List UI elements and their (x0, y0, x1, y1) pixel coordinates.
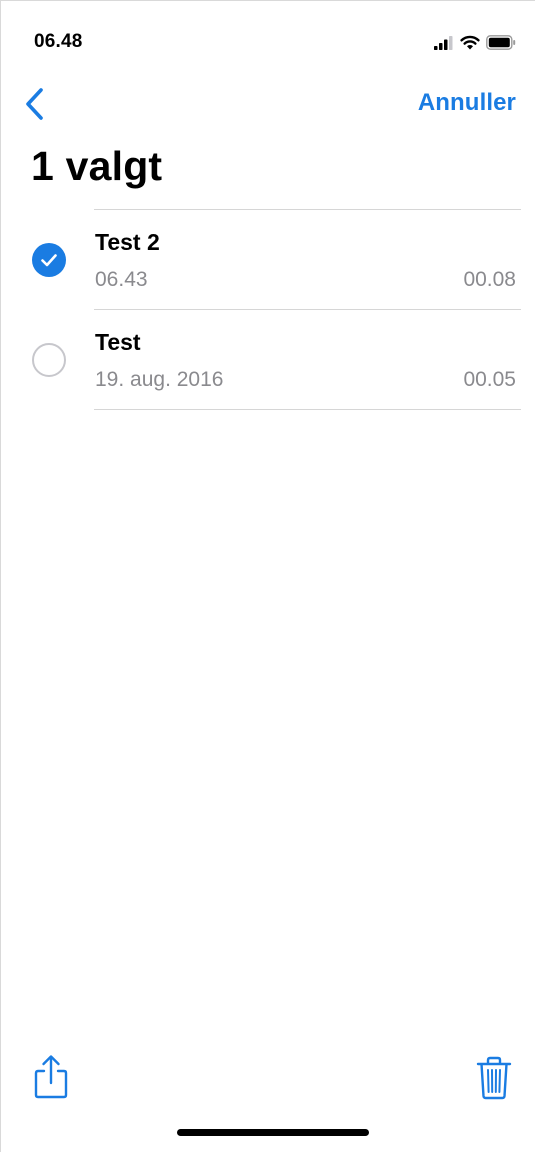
nav-bar: Annuller (1, 81, 535, 127)
status-time: 06.48 (34, 31, 83, 52)
memo-row-test-2[interactable]: Test 2 06.43 00.08 (1, 210, 535, 309)
unselected-circle-icon[interactable] (32, 343, 66, 377)
memo-title: Test 2 (95, 229, 160, 255)
list-divider (94, 409, 521, 410)
wifi-icon (460, 35, 480, 50)
checkmark-icon (41, 254, 57, 267)
voice-memos-screen: 06.48 Annuller 1 valgt Test 2 06.43 00.0… (0, 0, 535, 1152)
trash-icon[interactable] (474, 1055, 514, 1101)
memo-duration: 00.08 (463, 268, 516, 291)
signal-icon (434, 36, 453, 50)
share-icon[interactable] (31, 1053, 71, 1101)
memo-date: 19. aug. 2016 (95, 368, 224, 391)
chevron-left-icon[interactable] (23, 87, 47, 121)
memo-date: 06.43 (95, 268, 148, 291)
status-icons (434, 34, 516, 50)
page-title: 1 valgt (31, 143, 163, 189)
home-indicator[interactable] (177, 1129, 369, 1136)
memo-list: Test 2 06.43 00.08 Test 19. aug. 2016 00… (1, 209, 535, 410)
bottom-toolbar (1, 1051, 535, 1111)
status-bar: 06.48 (1, 1, 535, 71)
memo-duration: 00.05 (463, 368, 516, 391)
cancel-button[interactable]: Annuller (418, 89, 516, 117)
selected-checkmark-icon[interactable] (32, 243, 66, 277)
memo-row-test[interactable]: Test 19. aug. 2016 00.05 (1, 310, 535, 409)
memo-title: Test (95, 329, 141, 355)
battery-icon (486, 35, 516, 50)
